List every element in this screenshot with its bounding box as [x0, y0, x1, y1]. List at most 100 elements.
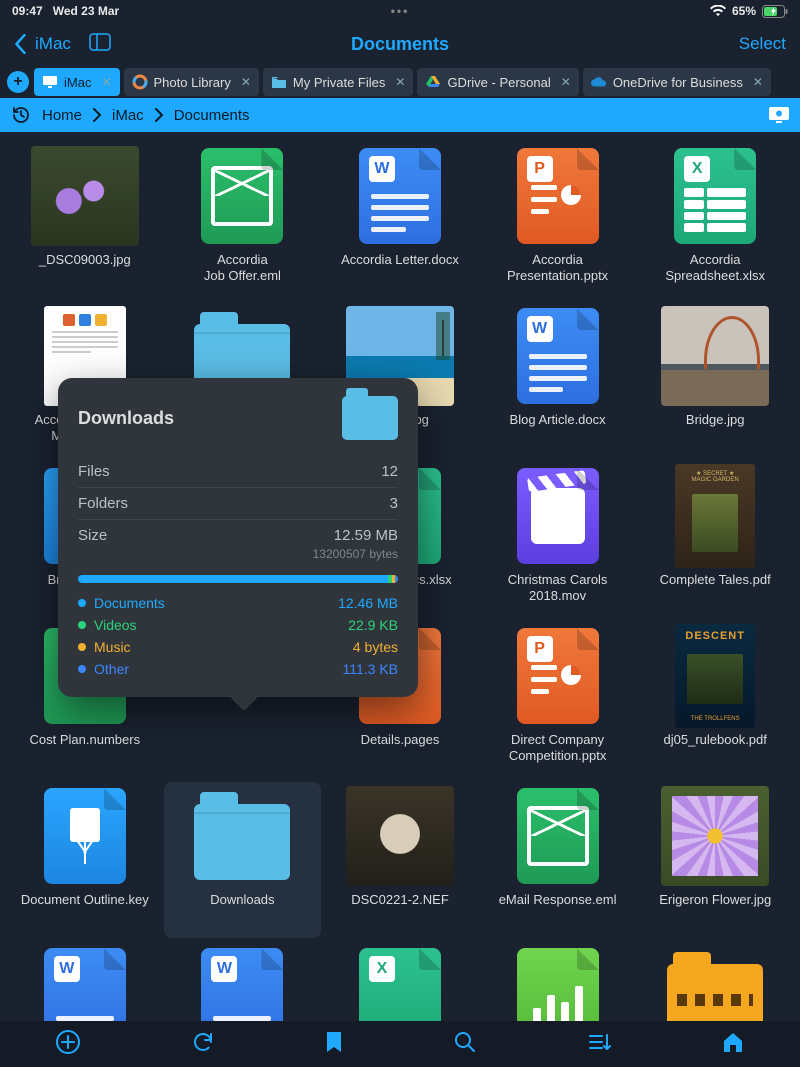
crumb-imac[interactable]: iMac	[112, 107, 144, 124]
info-value: 3	[390, 495, 398, 512]
battery-percent: 65%	[732, 4, 756, 18]
home-button[interactable]	[721, 1031, 745, 1058]
page-title: Documents	[351, 34, 449, 55]
select-button[interactable]: Select	[739, 34, 786, 54]
file-item[interactable]	[479, 942, 637, 1021]
close-icon[interactable]: ✕	[561, 75, 571, 89]
tab-my-private-files[interactable]: My Private Files ✕	[263, 68, 414, 96]
file-name: DSC0221-2.NEF	[351, 892, 449, 908]
tab-gdrive[interactable]: GDrive - Personal ✕	[417, 68, 578, 96]
tab-label: GDrive - Personal	[447, 75, 550, 90]
chevron-right-icon	[154, 108, 164, 122]
crumb-documents[interactable]: Documents	[174, 107, 250, 124]
file-item[interactable]: AccordiaJob Offer.eml	[164, 142, 322, 298]
file-item-downloads[interactable]: Downloads	[164, 782, 322, 938]
file-name: Details.pages	[361, 732, 440, 748]
dot-icon	[78, 665, 86, 673]
history-icon[interactable]	[10, 104, 32, 126]
file-name: Complete Tales.pdf	[660, 572, 771, 588]
file-name: Erigeron Flower.jpg	[659, 892, 771, 908]
close-icon[interactable]: ✕	[395, 75, 405, 89]
dot-icon	[78, 621, 86, 629]
file-item[interactable]: X AccordiaSpreadsheet.xlsx	[636, 142, 794, 298]
file-item[interactable]: X	[321, 942, 479, 1021]
tab-label: iMac	[64, 75, 91, 90]
category-label: Videos	[94, 617, 137, 633]
crumb-home[interactable]: Home	[42, 107, 82, 124]
pptx-icon: P	[517, 628, 599, 724]
file-name: Document Outline.key	[21, 892, 149, 908]
file-item[interactable]: Document Outline.key	[6, 782, 164, 938]
file-name: AccordiaJob Offer.eml	[204, 252, 281, 285]
file-name: AccordiaSpreadsheet.xlsx	[665, 252, 765, 285]
file-item[interactable]: _DSC09003.jpg	[6, 142, 164, 298]
category-value: 22.9 KB	[348, 617, 398, 633]
file-name: Bridge.jpg	[686, 412, 745, 428]
category-other: Other 111.3 KB	[78, 661, 398, 677]
close-icon[interactable]: ✕	[753, 75, 763, 89]
pdf-thumb: DESCENTTHE TROLLFENS	[675, 624, 755, 728]
folder-info-popover: Downloads Files 12 Folders 3 Size 12.59 …	[58, 378, 418, 697]
wifi-icon	[710, 5, 726, 17]
status-bar: 09:47 Wed 23 Mar ••• 65%	[0, 0, 800, 22]
file-item[interactable]: Bridge.jpg	[636, 302, 794, 458]
file-item[interactable]: DSC0221-2.NEF	[321, 782, 479, 938]
add-button[interactable]	[55, 1029, 81, 1060]
info-label: Files	[78, 463, 110, 480]
file-item[interactable]: Erigeron Flower.jpg	[636, 782, 794, 938]
file-item[interactable]: DESCENTTHE TROLLFENS dj05_rulebook.pdf	[636, 622, 794, 778]
category-label: Other	[94, 661, 129, 677]
multitask-dots-icon[interactable]: •••	[391, 4, 410, 18]
info-value: 12.59 MB	[334, 527, 398, 544]
docx-icon: W	[201, 948, 283, 1021]
search-button[interactable]	[453, 1030, 477, 1059]
tab-onedrive[interactable]: OneDrive for Business ✕	[583, 68, 771, 96]
file-name: eMail Response.eml	[499, 892, 617, 908]
close-icon[interactable]: ✕	[101, 75, 111, 89]
info-value: 12	[381, 463, 398, 480]
back-label[interactable]: iMac	[35, 34, 71, 54]
add-tab-button[interactable]: +	[4, 66, 32, 98]
docx-icon: W	[359, 148, 441, 244]
xlsx-icon: X	[359, 948, 441, 1021]
dot-icon	[78, 643, 86, 651]
category-documents: Documents 12.46 MB	[78, 595, 398, 611]
pptx-icon: P	[517, 148, 599, 244]
file-name: Christmas Carols2018.mov	[508, 572, 608, 605]
sort-button[interactable]	[587, 1031, 611, 1058]
file-item[interactable]: Christmas Carols2018.mov	[479, 462, 637, 618]
pdf-thumb: ★ SECRET ★MAGIC GARDEN	[675, 464, 755, 568]
folder-icon	[271, 74, 287, 90]
close-icon[interactable]: ✕	[241, 75, 251, 89]
gdrive-icon	[425, 74, 441, 90]
file-item[interactable]: P Direct CompanyCompetition.pptx	[479, 622, 637, 778]
display-icon[interactable]	[768, 104, 790, 126]
tab-photo-library[interactable]: Photo Library ✕	[124, 68, 259, 96]
file-item[interactable]	[636, 942, 794, 1021]
back-button[interactable]	[14, 34, 27, 54]
file-item[interactable]: W Blog Article.docx	[479, 302, 637, 458]
sidebar-toggle-icon[interactable]	[89, 33, 111, 56]
file-item[interactable]: eMail Response.eml	[479, 782, 637, 938]
category-value: 4 bytes	[353, 639, 398, 655]
file-item[interactable]: W	[164, 942, 322, 1021]
info-row-folders: Folders 3	[78, 488, 398, 520]
numbers-icon	[517, 948, 599, 1021]
file-item[interactable]: P AccordiaPresentation.pptx	[479, 142, 637, 298]
file-item[interactable]: W Accordia Letter.docx	[321, 142, 479, 298]
status-time: 09:47	[12, 4, 43, 18]
file-item[interactable]: ★ SECRET ★MAGIC GARDEN Complete Tales.pd…	[636, 462, 794, 618]
chevron-right-icon	[92, 108, 102, 122]
category-label: Documents	[94, 595, 165, 611]
tab-imac[interactable]: iMac ✕	[34, 68, 120, 96]
category-value: 12.46 MB	[338, 595, 398, 611]
tab-strip: + iMac ✕ Photo Library ✕ My Private File…	[0, 66, 800, 98]
file-item[interactable]: W	[6, 942, 164, 1021]
refresh-button[interactable]	[191, 1030, 215, 1059]
folder-icon	[667, 964, 763, 1021]
bookmark-button[interactable]	[325, 1030, 343, 1059]
file-name: AccordiaPresentation.pptx	[507, 252, 608, 285]
storage-usage-bar	[78, 575, 398, 583]
file-name: Accordia Letter.docx	[341, 252, 459, 268]
eml-icon	[517, 788, 599, 884]
